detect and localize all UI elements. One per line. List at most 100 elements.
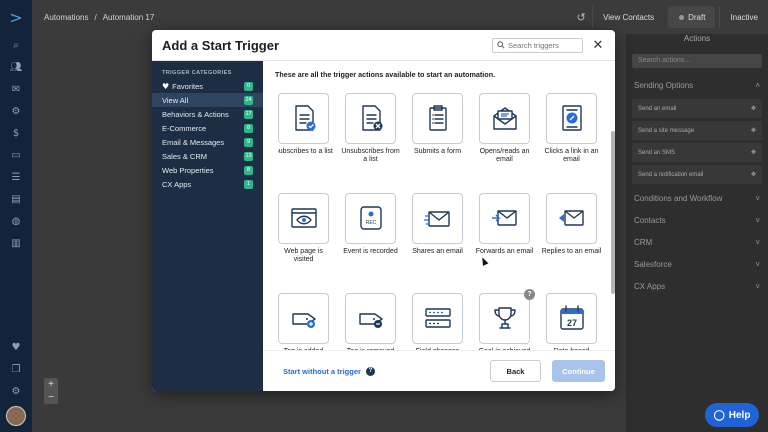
category-view-all[interactable]: View All 24 (152, 93, 263, 107)
trigger-card-tag-is-removed[interactable]: Tag is removed (345, 293, 396, 351)
question-icon[interactable]: ? (365, 366, 375, 376)
trigger-tile[interactable] (546, 193, 597, 244)
trigger-card-subscribes-to-a-list[interactable]: Subscribes to a list (278, 93, 333, 163)
action-send-sms[interactable]: Send an SMS ✥ (632, 143, 762, 162)
trigger-label: Opens/reads an email (479, 148, 530, 163)
tag-add-icon (289, 303, 319, 335)
conversations-icon[interactable]: ▭ (0, 144, 32, 166)
actions-search-input[interactable]: Search actions... (632, 54, 762, 68)
trigger-card-goal-is-achieved[interactable]: ?Goal is achieved (479, 289, 535, 351)
category-sales-crm[interactable]: Sales & CRM 13 (152, 149, 263, 163)
forms-icon[interactable]: ▤ (0, 188, 32, 210)
trigger-search[interactable] (492, 37, 583, 53)
chevron-up-icon: ˄ (755, 80, 760, 90)
category-web-properties[interactable]: Web Properties 8 (152, 163, 263, 177)
trigger-card-opens-reads-an-email[interactable]: Opens/reads an email (479, 93, 530, 163)
start-without-trigger-link[interactable]: Start without a trigger ? (283, 366, 490, 376)
category-count: 1 (244, 179, 253, 189)
heart-icon[interactable]: ♥ (0, 336, 32, 358)
trigger-tile[interactable] (479, 193, 530, 244)
view-contacts-button[interactable]: View Contacts (592, 6, 664, 28)
contacts-icon[interactable]: 👥︎ (0, 56, 32, 78)
trigger-tile[interactable] (412, 93, 463, 144)
trigger-card-submits-a-form[interactable]: Submits a form (412, 93, 463, 163)
automations-icon[interactable]: ⚙︎ (0, 100, 32, 122)
group-cx-apps[interactable]: CX Apps ˅ (626, 275, 768, 297)
action-send-email[interactable]: Send an email ✥ (632, 99, 762, 118)
trigger-tile[interactable] (345, 293, 396, 344)
deals-icon[interactable]: $ (0, 122, 32, 144)
trigger-card-tag-is-added[interactable]: Tag is added (278, 293, 329, 351)
trigger-label: Web page is visited (284, 248, 323, 263)
trigger-label: Unsubscribes from a list (341, 148, 400, 163)
help-button[interactable]: ◯ Help (705, 403, 759, 427)
trigger-tile[interactable] (278, 293, 329, 344)
trigger-card-clicks-a-link-in-an-email[interactable]: Clicks a link in an email (544, 93, 599, 163)
category-email-messages[interactable]: Email & Messages 9 (152, 135, 263, 149)
breadcrumb-current[interactable]: Automation 17 (103, 13, 155, 22)
campaigns-icon[interactable]: ✉︎ (0, 78, 32, 100)
history-icon[interactable]: ↺ (570, 11, 592, 24)
group-salesforce[interactable]: Salesforce ˅ (626, 253, 768, 275)
trigger-card-replies-to-an-email[interactable]: Replies to an email (542, 193, 601, 263)
trigger-tile[interactable] (345, 93, 396, 144)
draft-status-button[interactable]: Draft (668, 6, 716, 28)
trigger-card-field-changes[interactable]: Field changes (412, 293, 463, 351)
trigger-card-event-is-recorded[interactable]: REC Event is recorded (343, 193, 398, 263)
lists-icon[interactable]: ☰ (0, 166, 32, 188)
reports-icon[interactable]: ▥ (0, 232, 32, 254)
group-crm[interactable]: CRM ˅ (626, 231, 768, 253)
trigger-card-shares-an-email[interactable]: Shares an email (412, 193, 463, 263)
trigger-card-forwards-an-email[interactable]: Forwards an email (476, 193, 533, 263)
drag-handle-icon[interactable]: ✥ (751, 105, 756, 112)
zoom-out-button[interactable]: − (44, 391, 58, 404)
open-email-icon (490, 103, 520, 135)
modal-title: Add a Start Trigger (162, 37, 280, 53)
breadcrumb-automations-link[interactable]: Automations (44, 13, 88, 22)
action-send-notification-email[interactable]: Send a notification email ✥ (632, 165, 762, 184)
zoom-in-button[interactable]: + (44, 378, 58, 391)
category-label: Web Properties (162, 165, 214, 175)
trigger-tile[interactable] (546, 93, 597, 144)
category-cx-apps[interactable]: CX Apps 1 (152, 177, 263, 191)
avatar[interactable] (6, 406, 26, 426)
action-label: Send a notification email (638, 171, 704, 178)
trigger-tile[interactable] (479, 293, 530, 344)
logo-chevron-icon[interactable]: > (0, 0, 32, 34)
category-favorites[interactable]: ♥ Favorites 0 (152, 79, 263, 93)
search-icon[interactable]: ⌕ (0, 34, 32, 56)
trigger-card-unsubscribes-from-a-list[interactable]: Unsubscribes from a list (341, 93, 400, 163)
group-contacts[interactable]: Contacts ˅ (626, 209, 768, 231)
trigger-tile[interactable]: REC (345, 193, 396, 244)
group-sending-options[interactable]: Sending Options ˄ (626, 74, 768, 96)
chevron-down-icon: ˅ (755, 193, 760, 203)
group-label: Salesforce (634, 259, 672, 269)
continue-button[interactable]: Continue (552, 360, 605, 382)
close-icon[interactable]: ✕ (591, 38, 605, 53)
drag-handle-icon[interactable]: ✥ (751, 127, 756, 134)
settings-gear-icon[interactable]: ⚙ (0, 380, 32, 402)
trigger-tile[interactable] (412, 193, 463, 244)
drag-handle-icon[interactable]: ✥ (751, 171, 756, 178)
action-send-site-message[interactable]: Send a site message ✥ (632, 121, 762, 140)
trigger-card-date-based[interactable]: 27Date based (546, 293, 597, 351)
trigger-tile[interactable] (412, 293, 463, 344)
actions-panel: Actions Search actions... Sending Option… (626, 34, 768, 432)
trigger-scrollbar-thumb[interactable] (611, 131, 615, 294)
pages-icon[interactable]: ❐ (0, 358, 32, 380)
draft-status-dot (679, 14, 685, 20)
trigger-tile[interactable] (278, 193, 329, 244)
trigger-card-web-page-is-visited[interactable]: Web page is visited (278, 193, 329, 263)
back-button[interactable]: Back (490, 360, 541, 382)
trigger-tile[interactable] (479, 93, 530, 144)
group-conditions-workflow[interactable]: Conditions and Workflow ˅ (626, 187, 768, 209)
trigger-tile[interactable]: 27 (546, 293, 597, 344)
category-e-commerce[interactable]: E-Commerce 8 (152, 121, 263, 135)
inactive-status-button[interactable]: Inactive (719, 6, 768, 28)
trigger-tile[interactable] (278, 93, 329, 144)
drag-handle-icon[interactable]: ✥ (751, 149, 756, 156)
help-question-icon[interactable]: ? (524, 289, 535, 300)
trigger-search-input[interactable] (508, 40, 578, 50)
category-behaviors-actions[interactable]: Behaviors & Actions 17 (152, 107, 263, 121)
website-icon[interactable]: ◍ (0, 210, 32, 232)
